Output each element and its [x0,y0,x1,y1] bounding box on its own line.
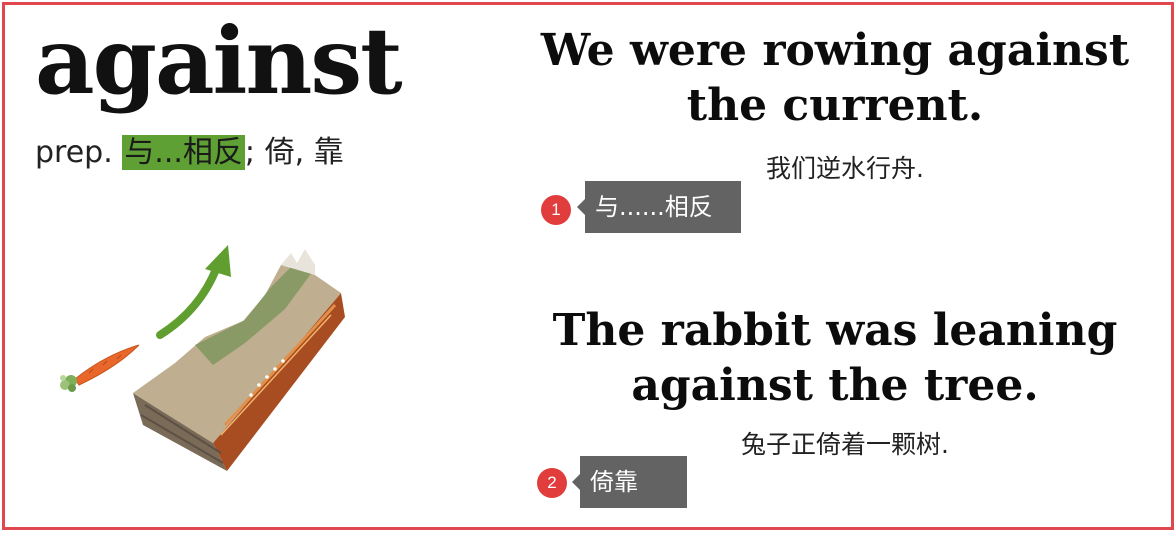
definition-line: prep. 与...相反; 倚, 靠 [35,135,344,171]
example-translation-1: 我们逆水行舟. [766,154,924,183]
note-badge-2: 2 [537,468,567,498]
definition-highlight: 与...相反 [122,135,245,170]
definition-rest: ; 倚, 靠 [244,135,344,170]
carrot-icon [60,344,140,392]
note-callout-2: 倚靠 [572,456,687,508]
example-sentence-1: We were rowing against the current. [540,25,1130,131]
example-translation-2: 兔子正倚着一颗树. [741,430,949,459]
example-sentence-2: The rabbit was leaning against the tree. [552,305,1118,411]
mountain-terrain-illustration [133,249,345,471]
illustration [60,245,345,471]
curved-arrow-icon [156,245,231,339]
vocabulary-word: against [35,7,403,115]
note-badge-1: 1 [541,195,571,225]
slide-frame: against prep. 与...相反; 倚, 靠 We were rowin… [2,2,1174,530]
part-of-speech: prep. [35,135,113,170]
note-callout-1: 与......相反 [577,181,741,233]
